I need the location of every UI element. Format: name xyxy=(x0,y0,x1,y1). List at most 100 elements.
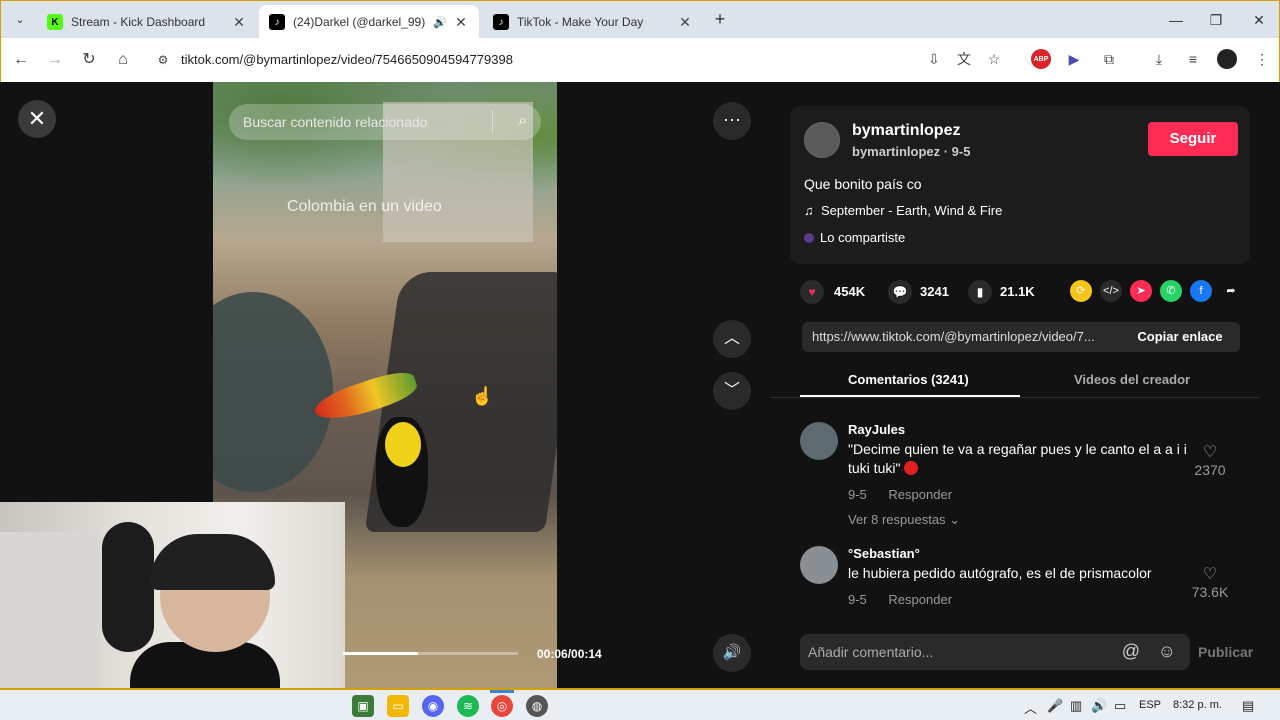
tab-creator-videos[interactable]: Videos del creador xyxy=(1074,372,1190,387)
music-link[interactable]: ♫ September - Earth, Wind & Fire xyxy=(804,203,1002,218)
reload-icon[interactable]: ↻ xyxy=(77,48,101,72)
comment-like[interactable]: ♡ 73.6K xyxy=(1190,564,1230,600)
post-caption: Que bonito país co xyxy=(804,176,922,192)
tray-expand-icon[interactable]: ︿ xyxy=(1024,698,1037,717)
comment-text: le hubiera pedido autógrafo, es el de pr… xyxy=(848,565,1152,581)
more-options-button[interactable]: ··· xyxy=(713,102,751,140)
close-icon[interactable]: ✕ xyxy=(453,14,469,31)
comment-input[interactable]: Añadir comentario... @ ☺ xyxy=(800,634,1190,670)
avatar[interactable] xyxy=(800,546,838,584)
address-bar[interactable]: ⚙ tiktok.com/@bymartinlopez/video/754665… xyxy=(147,44,1017,76)
video-progress-bar[interactable] xyxy=(343,652,518,655)
comment-item: RayJules "Decime quien te va a regañar p… xyxy=(800,422,1250,532)
follow-button[interactable]: Seguir xyxy=(1148,122,1238,156)
comment-icon[interactable]: 💬 xyxy=(888,280,912,304)
tiktok-logo-icon: ♪ xyxy=(493,14,509,30)
comment-username[interactable]: °Sebastian° xyxy=(848,546,920,561)
new-tab-icon[interactable]: + xyxy=(709,9,731,31)
translate-icon[interactable]: 文 xyxy=(953,48,975,70)
window-close-icon[interactable]: ✕ xyxy=(1244,9,1274,31)
toucan-chest xyxy=(385,422,421,467)
post-panel: bymartinlopez bymartinlopez · 9-5 Seguir… xyxy=(770,82,1280,688)
menu-kebab-icon[interactable]: ⋮ xyxy=(1251,48,1273,70)
language-indicator[interactable]: ESP xyxy=(1139,699,1161,711)
site-info-icon[interactable]: ⚙ xyxy=(153,50,173,70)
mouse-cursor-icon: ☝ xyxy=(471,386,494,406)
profile-avatar[interactable] xyxy=(1217,49,1237,69)
adblock-icon[interactable]: ABP xyxy=(1031,49,1051,69)
facebook-icon[interactable]: f xyxy=(1190,280,1212,302)
whatsapp-icon[interactable]: ✆ xyxy=(1160,280,1182,302)
previous-video-button[interactable]: ︿ xyxy=(713,320,751,358)
network-icon[interactable]: ▭ xyxy=(1114,698,1126,714)
restore-icon[interactable]: ❐ xyxy=(1201,9,1231,31)
tab-comments[interactable]: Comentarios (3241) xyxy=(848,372,969,387)
close-viewer-button[interactable]: ✕ xyxy=(18,100,56,138)
back-icon[interactable]: ← xyxy=(9,48,33,72)
avatar[interactable] xyxy=(804,122,840,158)
share-link-box: https://www.tiktok.com/@bymartinlopez/vi… xyxy=(802,322,1240,352)
publish-button[interactable]: Publicar xyxy=(1198,644,1253,660)
close-icon[interactable]: ✕ xyxy=(677,14,693,31)
comment-username[interactable]: RayJules xyxy=(848,422,905,437)
reply-button[interactable]: Responder xyxy=(888,592,952,607)
extensions-icon[interactable]: ⧉ xyxy=(1098,48,1120,70)
volume-tray-icon[interactable]: 🔊 xyxy=(1091,698,1107,714)
share-arrow-icon[interactable]: ➦ xyxy=(1220,280,1242,302)
bookmark-star-icon[interactable]: ☆ xyxy=(983,48,1005,70)
comment-placeholder: Añadir comentario... xyxy=(808,644,934,660)
forward-icon[interactable]: → xyxy=(43,48,67,72)
url-text[interactable]: tiktok.com/@bymartinlopez/video/75466509… xyxy=(181,52,513,67)
send-icon[interactable]: ➤ xyxy=(1130,280,1152,302)
heart-outline-icon[interactable]: ♡ xyxy=(1190,442,1230,462)
volume-button[interactable]: 🔊 xyxy=(713,634,751,672)
active-tab-underline xyxy=(800,395,1020,397)
heart-outline-icon[interactable]: ♡ xyxy=(1190,564,1230,584)
downloads-icon[interactable]: ⤓ xyxy=(1148,48,1170,70)
clock[interactable]: 8:32 p. m. xyxy=(1173,699,1222,711)
view-replies[interactable]: Ver 8 respuestas ⌄ xyxy=(848,512,960,528)
bookmark-icon[interactable]: ▮ xyxy=(968,280,992,304)
tab-darkel-tiktok[interactable]: ♪ (24)Darkel (@darkel_99) | Ti 🔊 ✕ xyxy=(259,5,479,39)
mention-icon[interactable]: @ xyxy=(1122,641,1140,662)
tab-strip: ⌄ K Stream - Kick Dashboard ✕ ♪ (24)Dark… xyxy=(0,0,1280,39)
author-subtitle: bymartinlopez · 9-5 xyxy=(852,144,971,159)
microphone-icon[interactable]: 🎤 xyxy=(1047,698,1063,714)
device-icon[interactable]: ▥ xyxy=(1070,698,1082,714)
discord-icon[interactable]: ◉ xyxy=(422,695,444,717)
extension-play-icon[interactable]: ▶ xyxy=(1063,48,1085,70)
search-icon[interactable]: ⌕ xyxy=(519,112,527,129)
speaker-icon[interactable]: 🔊 xyxy=(433,16,447,29)
panel-tabs: Comentarios (3241) Videos del creador xyxy=(770,364,1260,398)
related-search-bar[interactable]: Buscar contenido relacionado ⌕ xyxy=(229,104,541,140)
tab-search-icon[interactable]: ⌄ xyxy=(9,9,31,31)
install-app-icon[interactable]: ⇩ xyxy=(923,48,945,70)
next-video-button[interactable]: ﹀ xyxy=(713,372,751,410)
comment-date: 9-5 xyxy=(848,487,867,502)
embed-icon[interactable]: </> xyxy=(1100,280,1122,302)
chrome-icon[interactable]: ◎ xyxy=(491,695,513,717)
webcam-guitar xyxy=(102,522,154,652)
heart-icon[interactable]: ♥ xyxy=(800,280,824,304)
file-explorer-icon[interactable]: ▭ xyxy=(387,695,409,717)
copy-link-button[interactable]: Copiar enlace xyxy=(1120,322,1240,352)
share-repost-icon[interactable]: ⟳ xyxy=(1070,280,1092,302)
minecraft-icon[interactable]: ▣ xyxy=(352,695,374,717)
close-icon[interactable]: ✕ xyxy=(231,14,247,31)
tab-kick-dashboard[interactable]: K Stream - Kick Dashboard ✕ xyxy=(37,5,257,39)
author-username[interactable]: bymartinlopez xyxy=(852,122,960,140)
home-icon[interactable]: ⌂ xyxy=(111,48,135,72)
comment-like[interactable]: ♡ 2370 xyxy=(1190,442,1230,478)
avatar[interactable] xyxy=(800,422,838,460)
notifications-icon[interactable]: ▤ xyxy=(1242,698,1254,714)
view-replies-label: Ver 8 respuestas xyxy=(848,512,946,527)
reply-button[interactable]: Responder xyxy=(888,487,952,502)
comments-count: 3241 xyxy=(920,284,949,299)
minimize-icon[interactable]: — xyxy=(1161,9,1191,31)
media-control-icon[interactable]: ≡ xyxy=(1182,48,1204,70)
tab-tiktok-home[interactable]: ♪ TikTok - Make Your Day ✕ xyxy=(483,5,703,39)
emoji-icon[interactable]: ☺ xyxy=(1158,641,1176,662)
spotify-icon[interactable]: ≋ xyxy=(457,695,479,717)
share-link-url[interactable]: https://www.tiktok.com/@bymartinlopez/vi… xyxy=(812,329,1117,344)
obs-icon[interactable]: ◍ xyxy=(526,695,548,717)
